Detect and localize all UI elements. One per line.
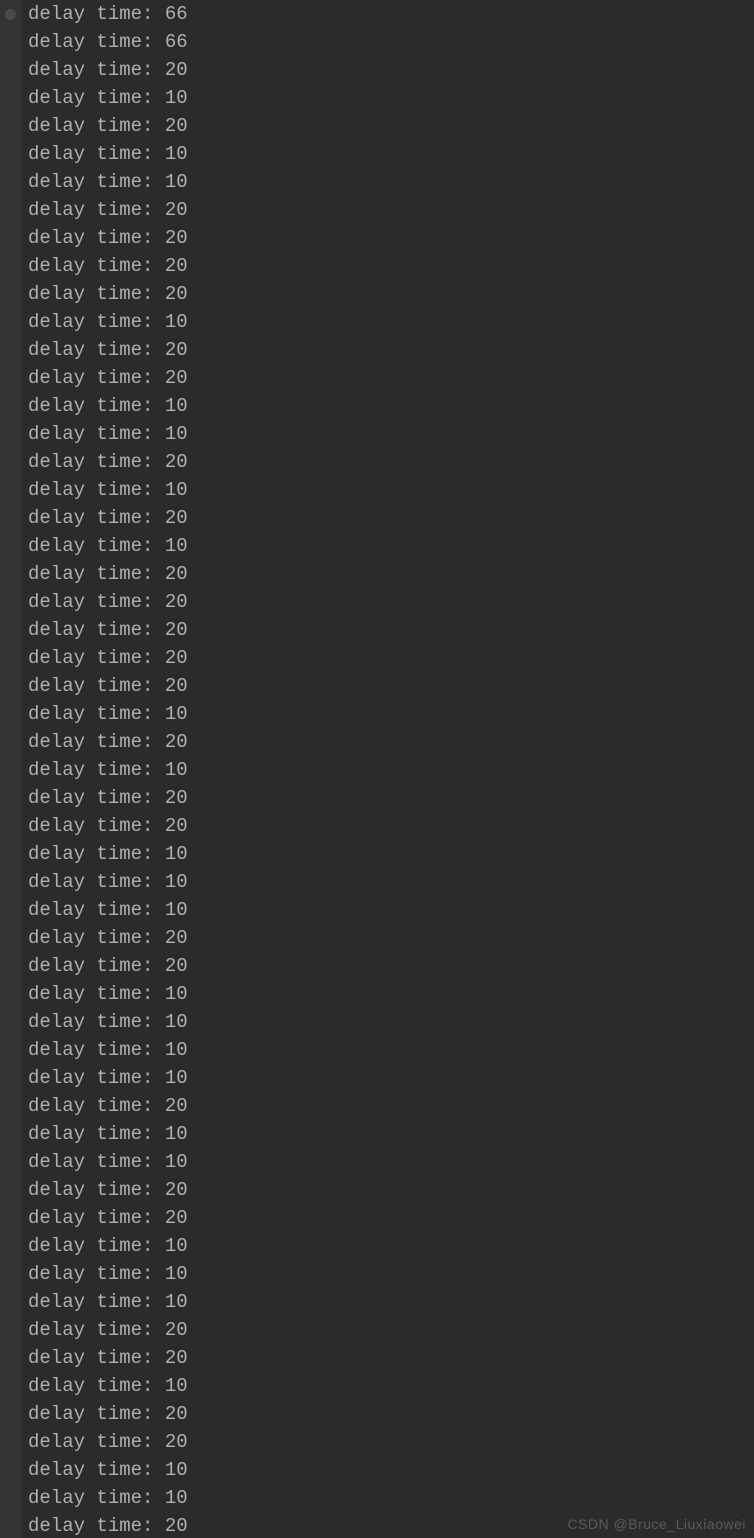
console-line: delay time: 20: [22, 924, 754, 952]
console-line: delay time: 20: [22, 252, 754, 280]
console-line: delay time: 10: [22, 84, 754, 112]
console-line: delay time: 20: [22, 588, 754, 616]
console-line: delay time: 10: [22, 980, 754, 1008]
console-line: delay time: 10: [22, 1484, 754, 1512]
console-line: delay time: 10: [22, 868, 754, 896]
console-line: delay time: 20: [22, 672, 754, 700]
console-line: delay time: 20: [22, 616, 754, 644]
console-line: delay time: 20: [22, 812, 754, 840]
console-line: delay time: 66: [22, 28, 754, 56]
console-line: delay time: 20: [22, 448, 754, 476]
console-output[interactable]: delay time: 66delay time: 66 delay time: …: [22, 0, 754, 1538]
console-line: delay time: 10: [22, 1288, 754, 1316]
console-line: delay time: 10: [22, 1036, 754, 1064]
console-line: delay time: 66: [22, 0, 754, 28]
console-line: delay time: 10: [22, 840, 754, 868]
console-line: delay time: 10: [22, 896, 754, 924]
console-line: delay time: 10: [22, 1372, 754, 1400]
console-line: delay time: 20: [22, 784, 754, 812]
console-line: delay time: 20: [22, 364, 754, 392]
console-line: delay time: 10: [22, 476, 754, 504]
console-line: delay time: 10: [22, 1456, 754, 1484]
console-line: delay time: 20: [22, 728, 754, 756]
console-line: delay time: 20: [22, 1400, 754, 1428]
console-line: delay time: 10: [22, 532, 754, 560]
console-line: delay time: 20: [22, 952, 754, 980]
console-line: delay time: 20: [22, 1176, 754, 1204]
console-line: delay time: 10: [22, 700, 754, 728]
console-viewport: delay time: 66delay time: 66 delay time: …: [0, 0, 754, 1538]
console-line: delay time: 20: [22, 1428, 754, 1456]
console-line: delay time: 20: [22, 112, 754, 140]
console-line: delay time: 20: [22, 1344, 754, 1372]
console-line: delay time: 10: [22, 420, 754, 448]
console-line: delay time: 10: [22, 1008, 754, 1036]
breakpoint-indicator[interactable]: [5, 9, 16, 20]
console-line: delay time: 10: [22, 140, 754, 168]
console-line: delay time: 10: [22, 1232, 754, 1260]
gutter: [0, 0, 22, 1538]
console-line: delay time: 20: [22, 504, 754, 532]
console-line: delay time: 10: [22, 308, 754, 336]
console-line: delay time: 20: [22, 224, 754, 252]
console-line: delay time: 20: [22, 1512, 754, 1538]
console-line: delay time: 20: [22, 1316, 754, 1344]
console-line: delay time: 10: [22, 1064, 754, 1092]
console-line: delay time: 20: [22, 1092, 754, 1120]
console-line: delay time: 10: [22, 168, 754, 196]
console-line: delay time: 10: [22, 1120, 754, 1148]
console-line: delay time: 10: [22, 392, 754, 420]
console-line: delay time: 10: [22, 1260, 754, 1288]
console-line: delay time: 10: [22, 756, 754, 784]
console-line: delay time: 20: [22, 196, 754, 224]
console-line: delay time: 10: [22, 1148, 754, 1176]
console-line: delay time: 20: [22, 56, 754, 84]
console-line: delay time: 20: [22, 280, 754, 308]
console-line: delay time: 20: [22, 560, 754, 588]
console-line: delay time: 20: [22, 1204, 754, 1232]
console-line: delay time: 20: [22, 644, 754, 672]
console-line: delay time: 20: [22, 336, 754, 364]
